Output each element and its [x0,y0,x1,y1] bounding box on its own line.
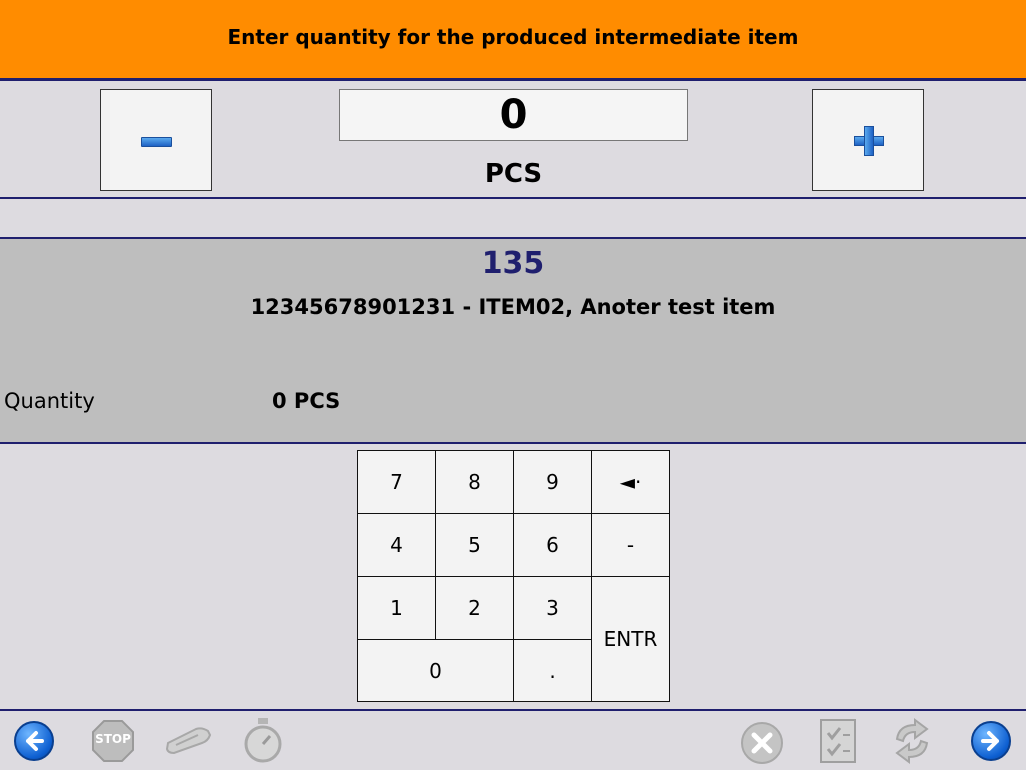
key-1[interactable]: 1 [357,576,436,640]
minus-icon [141,137,172,147]
key-0[interactable]: 0 [357,639,514,702]
decrement-button[interactable] [100,89,212,191]
enter-key[interactable]: ENTR [591,576,670,702]
key-6[interactable]: 6 [513,513,592,577]
stopwatch-button[interactable] [242,716,284,770]
item-description: 12345678901231 - ITEM02, Anoter test ite… [250,295,776,319]
forward-arrow-icon [981,731,999,751]
decimal-key[interactable]: . [513,639,592,702]
scanner-icon [165,727,212,755]
quantity-label: Quantity [4,389,95,413]
increment-button[interactable] [812,89,924,191]
key-9[interactable]: 9 [513,450,592,514]
backspace-key[interactable]: ◄· [591,450,670,514]
quantity-input[interactable]: 0 [339,89,688,141]
stop-label: STOP [95,732,131,746]
scanner-button[interactable] [164,725,214,759]
cancel-x-icon [741,722,783,764]
quantity-value: 0 PCS [272,389,341,413]
checklist-button[interactable] [818,717,858,769]
cancel-button[interactable] [740,721,784,769]
refresh-button[interactable] [889,717,935,769]
key-5[interactable]: 5 [435,513,514,577]
numeric-keypad: 7 8 9 ◄· 4 5 6 - 1 2 3 ENTR 0 . [357,450,670,702]
order-number: 135 [481,246,545,281]
page-header: Enter quantity for the produced intermed… [0,0,1026,81]
stop-button[interactable]: STOP [91,719,135,767]
item-info-panel: 135 12345678901231 - ITEM02, Anoter test… [0,239,1026,444]
key-3[interactable]: 3 [513,576,592,640]
key-2[interactable]: 2 [435,576,514,640]
page-title: Enter quantity for the produced intermed… [227,25,799,49]
stopwatch-icon [244,718,282,763]
forward-button[interactable] [971,721,1011,761]
checklist-icon [820,719,856,763]
back-arrow-icon [26,731,44,751]
quantity-stepper: 0 PCS [0,81,1026,199]
unit-label: PCS [484,159,543,189]
bottom-toolbar: STOP [0,709,1026,770]
minus-key[interactable]: - [591,513,670,577]
spacer-row [0,199,1026,239]
key-7[interactable]: 7 [357,450,436,514]
key-8[interactable]: 8 [435,450,514,514]
refresh-icon [895,718,929,764]
key-4[interactable]: 4 [357,513,436,577]
back-button[interactable] [14,721,54,761]
